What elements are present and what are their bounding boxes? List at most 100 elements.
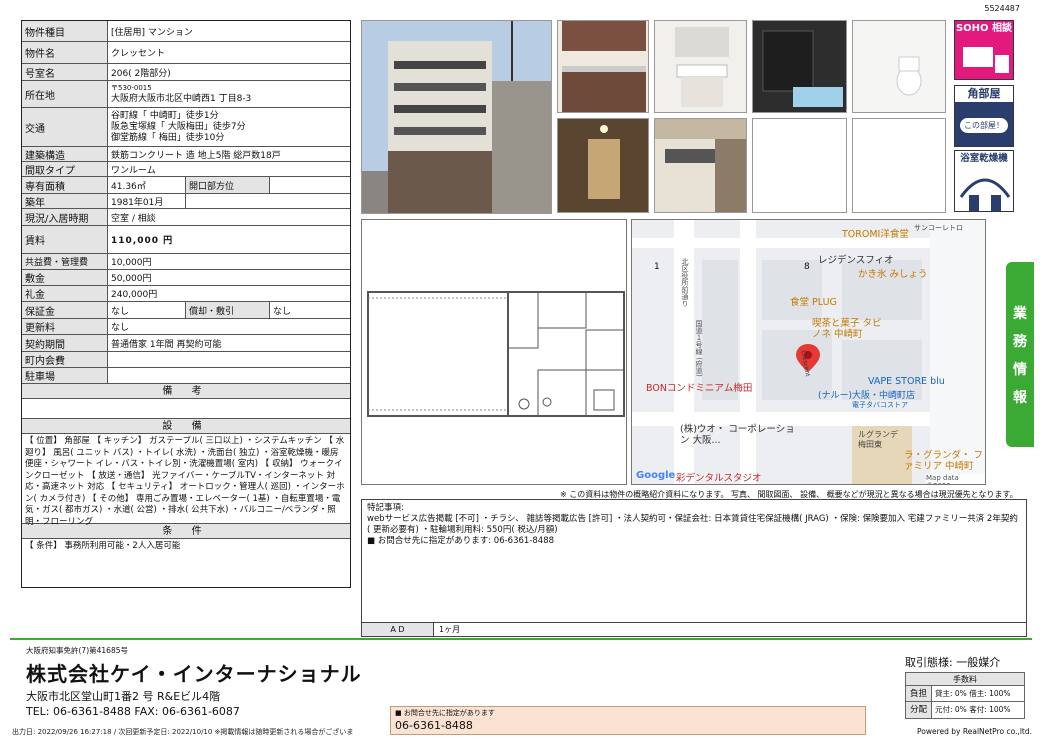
map-label-toromi: TOROMI洋食堂 [842,229,909,240]
map-attribution: Map data ©2022 [926,474,985,484]
name-label: 物件名 [22,42,108,63]
soho-badge: SOHO 相談 [954,20,1014,80]
address-label: 所在地 [22,81,108,107]
fee-row: 分配 元付: 0% 客付: 100% [906,702,1024,718]
fee-row-label: 負担 [906,686,932,701]
row-transport: 交通 谷町線「 中崎町」徒歩1分 阪急宝塚線「 大阪梅田」徒歩7分 御堂筋線「 … [22,108,350,147]
amortization-value: なし [273,306,292,317]
side-tab-char-4: 報 [1013,389,1027,406]
deposit-label: 敷金 [22,270,108,285]
common-fee-label: 共益費・管理費 [22,254,108,269]
row-deposit: 敷金 50,000円 [22,270,350,286]
row-type: 物件種目 [住居用] マンション [22,21,350,42]
google-logo: Google [636,470,676,481]
map-block-1: 1 [654,262,660,272]
postal-code: 〒530-0015 [111,84,152,92]
side-tab-char-2: 務 [1013,333,1027,350]
row-key-money: 礼金 240,000円 [22,286,350,302]
contact-phone: 06-6361-8488 [395,719,473,732]
transport-label: 交通 [22,108,108,146]
floor-plan [361,219,627,485]
area-label: 専有面積 [22,177,108,193]
contract-value: 普通借家 1年間 再契約可能 [111,339,222,350]
remarks-body [22,399,350,419]
row-parking: 駐車場 [22,368,350,384]
row-common-fee: 共益費・管理費 10,000円 [22,254,350,270]
map-label-dental: 彩デンタルスタジオ [676,473,762,484]
guarantee-label: 保証金 [22,302,108,318]
transaction-type: 取引態様: 一般媒介 [905,656,1001,669]
structure-value: 鉄筋コンクリート 造 地上5階 総戸数18戸 [111,150,281,161]
key-money-value: 240,000円 [111,290,158,300]
map-label-plug: 食堂 PLUG [790,297,837,308]
empty-photo-slot-1 [752,118,847,213]
fee-row: 負担 貸主: 0% 借主: 100% [906,686,1024,702]
amortization-label: 償却・敷引 [186,302,270,318]
side-tab-char-3: 情 [1013,361,1027,378]
row-renewal: 更新料 なし [22,319,350,335]
company-name: 株式会社ケイ・インターナショナル [26,662,362,686]
bathroom-dryer-label: 浴室乾燥機 [960,153,1008,164]
building-photo [361,20,552,214]
layout-label: 間取タイプ [22,162,108,177]
renewal-label: 更新料 [22,319,108,334]
row-address: 所在地 〒530-0015 大阪府大阪市北区中崎西1 丁目8-3 [22,81,350,108]
corner-room-sub: この部屋！ [960,117,1008,133]
parking-label: 駐車場 [22,368,108,383]
map-label-residence: レジデンスフィオ [818,255,894,266]
row-town-fee: 町内会費 [22,352,350,368]
map-street-vertical: 北区役所前通り [681,258,689,307]
footer-divider [10,638,1032,640]
powered-by: Powered by RealNetPro co.,ltd. [917,727,1032,736]
business-info-tab[interactable]: 業 務 情 報 [1006,262,1034,447]
built-value: 1981年01月 [108,194,186,208]
common-fee-value: 10,000円 [111,258,152,268]
corner-room-label: 角部屋 [967,87,1001,100]
map-label-legrande: ルグランデ 梅田東 [858,430,898,449]
toilet-photo [852,20,946,113]
name-value: クレッセント [111,49,166,59]
row-contract: 契約期間 普通借家 1年間 再契約可能 [22,335,350,352]
row-name: 物件名 クレッセント [22,42,350,64]
notes-line-1: webサービス広告掲載 [不可] ・チラシ、 雑誌等掲載広告 [許可] ・法人契… [367,514,1018,535]
area-value: 41.36㎡ [108,177,186,193]
fee-row-label: 分配 [906,702,932,718]
location-map: TOROMI洋食堂 サンコーレトロ レジデンスフィオ かき氷 みしょう 食堂 P… [631,219,986,485]
type-value: [住居用] マンション [111,27,193,38]
bathroom-dryer-badge: 浴室乾燥機 [954,150,1014,212]
empty-photo-slot-2 [852,118,946,213]
guarantee-value: なし [108,302,186,318]
rent-label: 賃料 [22,226,108,253]
output-date-footer: 出力日: 2022/09/26 16:27:18 / 次回更新予定日: 2022… [12,728,354,736]
contact-box: ■ お問合せ先に指定があります 06-6361-8488 [390,706,866,735]
town-fee-value [108,352,350,367]
room-value: 206( 2階部分) [111,68,171,79]
row-area: 専有面積 41.36㎡ 開口部方位 [22,177,350,194]
direction-label: 開口部方位 [186,177,270,193]
row-guarantee: 保証金 なし 償却・敷引 なし [22,302,350,319]
map-label-vape: VAPE STORE blu [868,376,945,387]
contract-label: 契約期間 [22,335,108,351]
row-structure: 建築構造 鉄筋コンクリート 造 地上5階 総戸数18戸 [22,147,350,162]
kitchen-photo [557,20,649,113]
equipment-heading: 設 備 [22,419,350,434]
transport-line-3: 御堂筋線「 梅田」徒歩10分 [111,132,225,143]
row-status: 現況/入居時期 空室 / 相談 [22,209,350,226]
conditions-body: 【 条件】 事務所利用可能・2人入居可能 [25,541,181,551]
equipment-body: 【 位置】 角部屋 【 キッチン】 ガステーブル( 三口以上) ・システムキッチ… [22,434,350,527]
ad-value: 1ヶ月 [439,625,461,634]
company-phone: TEL: 06-6361-8488 FAX: 06-6361-6087 [26,705,240,718]
map-label-tabinone: 喫茶と菓子 タビノネ 中崎町 [812,318,882,340]
washroom-photo [654,20,747,113]
nameplate-photo [654,118,747,213]
town-fee-label: 町内会費 [22,352,108,367]
built-label: 築年 [22,194,108,209]
deposit-value: 50,000円 [111,274,152,284]
type-label: 物件種目 [22,21,108,41]
map-label-bon: BONコンドミニアム梅田 [646,383,753,394]
map-label-ecig: 電子タバコストア [852,401,908,409]
license-number: 大阪府知事免許(7)第41685号 [26,646,128,655]
ad-row: A D 1ヶ月 [362,622,1026,636]
company-address: 大阪市北区堂山町1番2 号 R&Eビル4階 [26,690,221,703]
special-notes: 特記事項: webサービス広告掲載 [不可] ・チラシ、 雑誌等掲載広告 [許可… [361,499,1027,637]
